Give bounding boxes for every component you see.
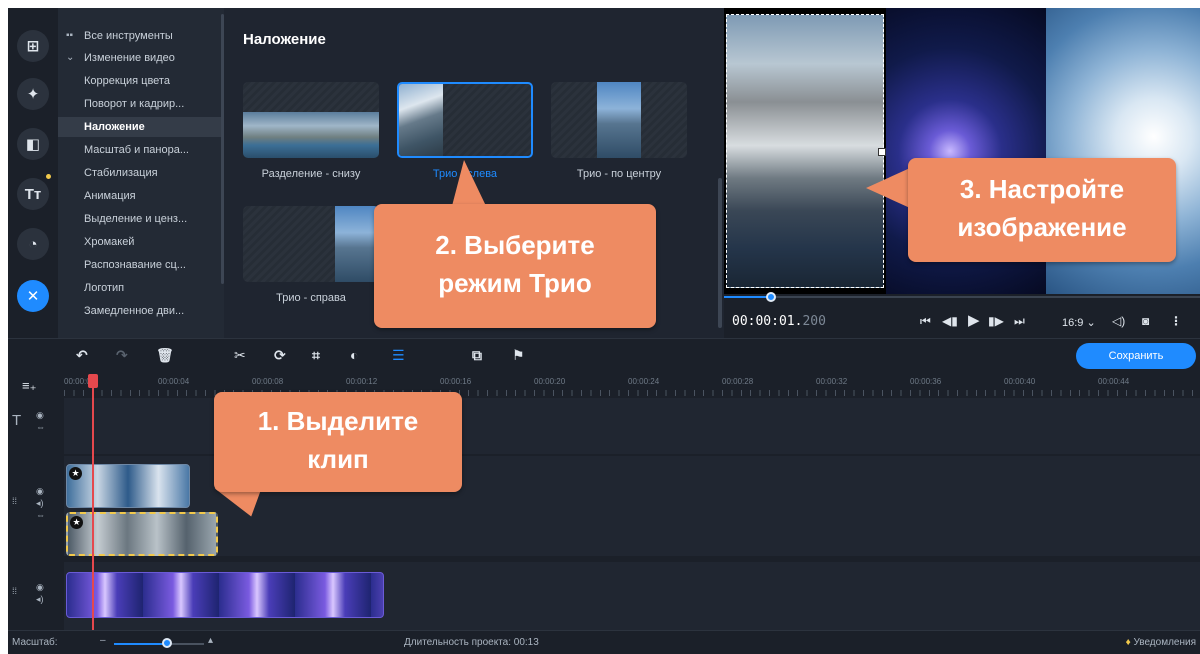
tool-highlight-censor[interactable]: Выделение и ценз...	[58, 209, 222, 229]
tool-all-tools[interactable]: ▪▪ Все инструменты	[58, 26, 222, 46]
import-icon[interactable]: ⊞	[17, 30, 49, 62]
cut-icon[interactable]: ✂	[234, 347, 246, 364]
overlay-split-bottom-thumb[interactable]	[243, 82, 379, 158]
eye-icon[interactable]: ◉	[36, 582, 44, 593]
volume-icon[interactable]: ◁)	[1112, 314, 1125, 328]
playhead[interactable]	[92, 374, 94, 630]
timeline-toolbar: ↶ ↷ 🗑︎ ✂ ⟳ ⌗ ◐ ☰ ⧉ ⚑ Сохранить	[8, 338, 1200, 372]
overlay-trio-right-label: Трио - справа	[276, 292, 346, 304]
rotate-icon[interactable]: ⟳	[274, 347, 286, 364]
tool-logo[interactable]: Логотип	[58, 278, 222, 298]
timecode: 00:00:01.200	[732, 314, 826, 329]
tool-slow-motion[interactable]: Замедленное дви...	[58, 301, 222, 321]
status-bar: Масштаб: – ▴ Длительность проекта: 00:13…	[8, 630, 1200, 654]
grid-icon: ▪▪	[66, 30, 74, 41]
bell-icon: ♦	[1125, 637, 1131, 648]
titles-icon[interactable]: Tт	[17, 178, 49, 210]
chevron-down-icon: ⌄	[66, 52, 75, 63]
play-icon[interactable]: ▶	[968, 311, 980, 329]
preview-overlay-left[interactable]	[726, 14, 884, 288]
crop-icon[interactable]: ⌗	[312, 347, 320, 364]
panel-scrollbar[interactable]	[718, 178, 722, 328]
text-track-icon: T	[12, 412, 22, 429]
seek-knob[interactable]	[766, 292, 776, 302]
star-icon: ★	[69, 467, 82, 480]
eye-icon[interactable]: ◉	[36, 410, 44, 421]
magic-wand-icon[interactable]: ✦	[17, 78, 49, 110]
drag-handle-icon[interactable]: ⁞⁞	[12, 496, 17, 506]
project-duration: Длительность проекта: 00:13	[404, 637, 539, 648]
volume-icon[interactable]: ◂)	[36, 498, 44, 509]
overlay-track: ⁞⁞ ◉ ◂) ⇔ ★ ★	[8, 456, 1200, 556]
tool-chroma-key[interactable]: Хромакей	[58, 232, 222, 252]
tool-color-correction[interactable]: Коррекция цвета	[58, 71, 222, 91]
save-button[interactable]: Сохранить	[1076, 343, 1196, 369]
callout-step-2: 2. Выберите режим Трио	[374, 204, 656, 328]
clip-properties-icon[interactable]: ☰	[392, 347, 405, 364]
volume-icon[interactable]: ◂)	[36, 594, 44, 605]
callout-step-3: 3. Настройте изображение	[908, 158, 1176, 262]
title-track: T ◉ ⇔	[8, 398, 1200, 454]
player-controls: 00:00:01.200 ⏮ ◀▮ ▶ ▮▶ ⏭ 16:9 ⌄ ◁) ◙ ⋮	[724, 292, 1200, 338]
overlay-trio-center-label: Трио - по центру	[576, 168, 662, 180]
tool-animation[interactable]: Анимация	[58, 186, 222, 206]
zoom-in-icon[interactable]: ▴	[208, 635, 213, 646]
drag-handle-icon[interactable]: ⁞⁞	[12, 586, 17, 596]
frame-forward-icon[interactable]: ▮▶	[988, 314, 1004, 328]
main-video-track: ⁞⁞ ◉ ◂)	[8, 562, 1200, 630]
main-video-clip[interactable]	[66, 572, 384, 618]
skip-end-icon[interactable]: ⏭	[1014, 314, 1025, 329]
link-icon[interactable]: ⇔	[36, 510, 45, 520]
timeline-ruler[interactable]: ≡₊ 00:00:00 00:00:04 00:00:08 00:00:12 0…	[8, 372, 1200, 398]
stickers-icon[interactable]: ◔	[17, 228, 49, 260]
tool-rotate-crop[interactable]: Поворот и кадрир...	[58, 94, 222, 114]
overlay-trio-right-thumb[interactable]	[243, 206, 379, 282]
transitions-icon[interactable]: ◧	[17, 128, 49, 160]
overlay-clip-icon[interactable]: ⧉	[472, 347, 482, 364]
star-icon: ★	[70, 516, 83, 529]
link-icon[interactable]: ⇔	[36, 422, 45, 432]
callout-step-1: 1. Выделите клип	[214, 392, 462, 492]
resize-handle[interactable]	[878, 148, 886, 156]
seek-bar[interactable]	[724, 296, 1200, 298]
overlay-clip-top[interactable]: ★	[66, 464, 190, 508]
tool-rail: ⊞ ✦ ◧ Tт ◔ ✕	[8, 8, 58, 338]
tool-list: ▪▪ Все инструменты ⌄ Изменение видео Кор…	[58, 8, 224, 338]
eye-icon[interactable]: ◉	[36, 486, 44, 497]
undo-icon[interactable]: ↶	[76, 347, 88, 364]
marker-icon[interactable]: ⚑	[512, 347, 525, 364]
notifications-button[interactable]: ♦ Уведомления	[1126, 637, 1196, 648]
zoom-label: Масштаб:	[12, 637, 58, 648]
zoom-knob[interactable]	[162, 638, 172, 648]
overlay-trio-left-thumb[interactable]	[397, 82, 533, 158]
add-track-icon[interactable]: ≡₊	[22, 378, 36, 394]
aspect-ratio-select[interactable]: 16:9 ⌄	[1062, 316, 1096, 329]
skip-start-icon[interactable]: ⏮	[920, 314, 931, 329]
tool-video-edit-group[interactable]: ⌄ Изменение видео	[58, 48, 222, 68]
new-badge-dot	[46, 174, 51, 179]
overlay-trio-center-thumb[interactable]	[551, 82, 687, 158]
panel-title: Наложение	[243, 31, 326, 48]
more-icon[interactable]: ⋮	[1170, 314, 1182, 328]
seek-progress	[724, 296, 770, 298]
overlay-split-bottom-label: Разделение - снизу	[261, 168, 361, 180]
redo-icon[interactable]: ↷	[116, 347, 128, 364]
tool-stabilization[interactable]: Стабилизация	[58, 163, 222, 183]
tool-scene-detection[interactable]: Распознавание сц...	[58, 255, 222, 275]
color-icon[interactable]: ◐	[350, 347, 358, 363]
timeline-tracks: T ◉ ⇔ ⁞⁞ ◉ ◂) ⇔ ★ ★ ⁞⁞ ◉ ◂)	[8, 398, 1200, 630]
overlay-clip-selected[interactable]: ★	[66, 512, 218, 556]
delete-icon[interactable]: 🗑︎	[156, 347, 174, 364]
snapshot-icon[interactable]: ◙	[1142, 314, 1149, 328]
more-tools-icon[interactable]: ✕	[17, 280, 49, 312]
frame-back-icon[interactable]: ◀▮	[942, 314, 958, 328]
video-editor-window: ⊞ ✦ ◧ Tт ◔ ✕ ▪▪ Все инструменты ⌄ Измене…	[8, 8, 1200, 654]
zoom-out-icon[interactable]: –	[100, 635, 106, 646]
tool-overlay[interactable]: Наложение	[58, 117, 222, 137]
tool-pan-zoom[interactable]: Масштаб и панора...	[58, 140, 222, 160]
